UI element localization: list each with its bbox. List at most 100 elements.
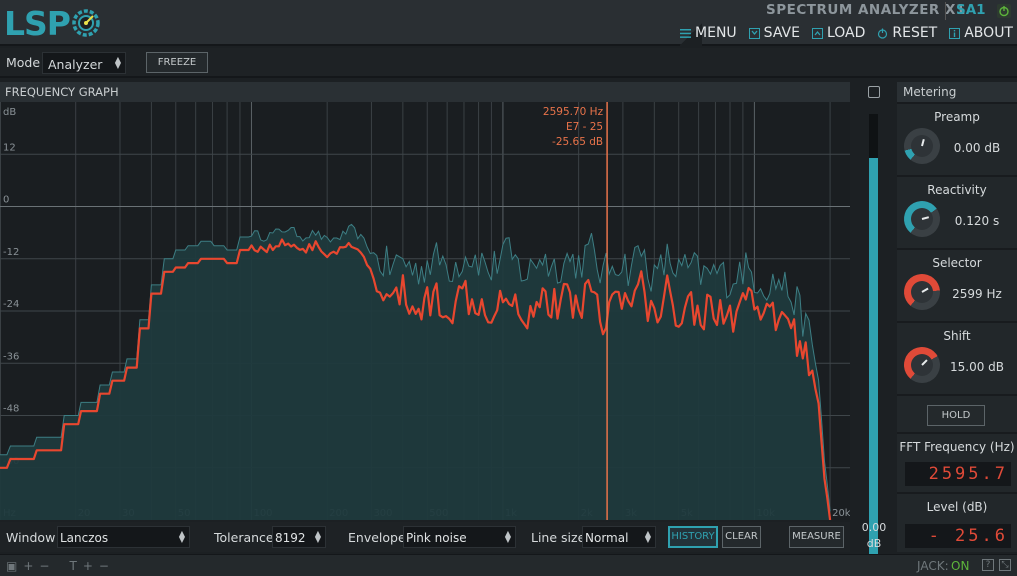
combo-arrows-icon: ▲ ▼: [178, 529, 185, 544]
selector-value: 2599 Hz: [952, 287, 1002, 301]
info-icon: [949, 27, 961, 39]
metering-panel: Metering Preamp 0.00 dB Reactivity 0.120…: [896, 82, 1017, 552]
power-icon: [999, 6, 1009, 17]
status-bar: ▣ + − T + − JACK: ON ? ⤡: [0, 554, 1017, 576]
plugin-id: SA1: [956, 2, 986, 18]
y-tick-label: -12: [3, 247, 19, 258]
reset-button[interactable]: RESET: [877, 25, 937, 41]
line-size-value: Normal: [585, 531, 629, 545]
analysis-controls: Window Lanczos ▲ ▼ Tolerance 8192 ▲ ▼ Enve…: [0, 522, 850, 552]
reactivity-section: Reactivity 0.120 s: [896, 175, 1017, 248]
save-label: SAVE: [763, 25, 800, 41]
y-tick-label: 0: [3, 195, 9, 206]
plugin-title: SPECTRUM ANALYZER X1: [766, 2, 966, 18]
header: LSP SPECTRUM ANALYZER X1 SA1 MENU SAVE L…: [0, 0, 1017, 46]
line-size-select[interactable]: Normal ▲ ▼: [582, 526, 656, 548]
combo-arrows-icon: ▲ ▼: [644, 529, 651, 544]
zoom-out-icon[interactable]: −: [39, 559, 49, 573]
freeze-button[interactable]: FREEZE: [146, 52, 208, 73]
envelope-select[interactable]: Pink noise ▲ ▼: [403, 526, 516, 548]
preamp-label: Preamp: [934, 110, 980, 124]
tolerance-value: 8192: [275, 531, 306, 545]
logo-text: LSP: [4, 3, 71, 43]
window-icon[interactable]: ▣: [6, 559, 17, 573]
level-label: Level (dB): [926, 500, 988, 514]
shift-section: Shift 15.00 dB: [896, 321, 1017, 394]
reactivity-knob[interactable]: [896, 193, 948, 245]
tolerance-select[interactable]: 8192 ▲ ▼: [272, 526, 326, 548]
header-nav: MENU SAVE LOAD RESET ABOUT: [680, 24, 1013, 42]
cursor-level-label: -25.65 dB: [552, 136, 603, 148]
save-button[interactable]: SAVE: [748, 25, 800, 41]
power-toggle[interactable]: [997, 4, 1011, 18]
about-button[interactable]: ABOUT: [949, 25, 1013, 41]
gear-icon: [72, 9, 100, 37]
window-label: Window: [6, 530, 56, 545]
font-decrease-icon[interactable]: −: [99, 559, 109, 573]
resize-icon[interactable]: ⤡: [999, 559, 1011, 571]
load-icon: [811, 27, 823, 39]
y-tick-label: -36: [3, 351, 19, 362]
level-meter-track[interactable]: [869, 114, 878, 576]
mode-bar: Mode Analyzer ▲ ▼ FREEZE: [0, 48, 1017, 78]
reactivity-label: Reactivity: [927, 183, 987, 197]
font-increase-icon[interactable]: +: [83, 559, 93, 573]
preamp-section: Preamp 0.00 dB: [896, 102, 1017, 175]
jack-label: JACK:: [917, 559, 949, 573]
metering-title: Metering: [897, 82, 1017, 102]
y-tick-label: 12: [3, 142, 16, 153]
save-icon: [748, 27, 760, 39]
line-size-label: Line size: [531, 530, 586, 545]
measure-button[interactable]: MEASURE: [789, 526, 844, 548]
combo-arrows-icon: ▲ ▼: [114, 55, 121, 70]
tolerance-label: Tolerance: [214, 530, 274, 545]
y-tick-label: -48: [3, 404, 19, 415]
clear-button[interactable]: CLEAR: [722, 526, 761, 548]
menu-icon: [680, 28, 692, 38]
preamp-value: 0.00 dB: [953, 141, 1001, 155]
level-section: Level (dB) - 25.6: [897, 492, 1017, 552]
selector-knob[interactable]: [896, 266, 948, 318]
window-select[interactable]: Lanczos ▲ ▼: [57, 526, 190, 548]
fft-frequency-section: FFT Frequency (Hz) 2595.7: [897, 432, 1017, 492]
frequency-graph[interactable]: dB120-12-24-36-48-60Hz203050100200300500…: [0, 102, 850, 520]
mode-label: Mode: [6, 55, 41, 70]
mode-value: Analyzer: [48, 57, 103, 72]
load-label: LOAD: [826, 25, 866, 41]
menu-button[interactable]: MENU: [680, 25, 737, 41]
lsp-logo: LSP: [4, 3, 101, 43]
menu-label: MENU: [695, 25, 737, 41]
level-meter-unit: dB: [866, 537, 882, 550]
shift-knob[interactable]: [896, 339, 948, 391]
shift-value: 15.00 dB: [949, 360, 1005, 374]
hold-section: HOLD: [897, 394, 1017, 432]
about-label: ABOUT: [964, 25, 1013, 41]
mode-select[interactable]: Analyzer ▲ ▼: [42, 52, 126, 74]
level-meter-fill: [869, 157, 878, 576]
frequency-graph-panel: FREQUENCY GRAPH dB120-12-24-36-48-60Hz20…: [0, 82, 850, 520]
shift-label: Shift: [943, 329, 971, 343]
y-tick-label: dB: [3, 107, 16, 118]
graph-title: FREQUENCY GRAPH: [0, 82, 850, 102]
zoom-in-icon[interactable]: +: [23, 559, 33, 573]
hold-button[interactable]: HOLD: [927, 405, 985, 426]
load-button[interactable]: LOAD: [811, 25, 866, 41]
window-value: Lanczos: [60, 531, 109, 545]
level-display: - 25.6: [905, 524, 1011, 548]
preamp-knob[interactable]: [896, 120, 948, 172]
status-icons: ▣ + − T + −: [6, 559, 109, 573]
x-tick-label: 20k: [832, 508, 850, 519]
envelope-value: Pink noise: [406, 531, 467, 545]
reset-label: RESET: [892, 25, 938, 41]
combo-arrows-icon: ▲ ▼: [314, 529, 321, 544]
y-tick-label: -24: [3, 299, 19, 310]
cursor-frequency-label: 2595.70 Hz: [543, 106, 604, 118]
zoom-icon[interactable]: [868, 86, 880, 98]
font-icon[interactable]: T: [69, 559, 76, 573]
fft-frequency-label: FFT Frequency (Hz): [899, 440, 1015, 454]
help-icon[interactable]: ?: [982, 559, 994, 571]
selector-label: Selector: [932, 256, 982, 270]
jack-status: ON: [951, 559, 970, 573]
history-button[interactable]: HISTORY: [668, 526, 718, 548]
fft-frequency-display: 2595.7: [905, 462, 1011, 486]
